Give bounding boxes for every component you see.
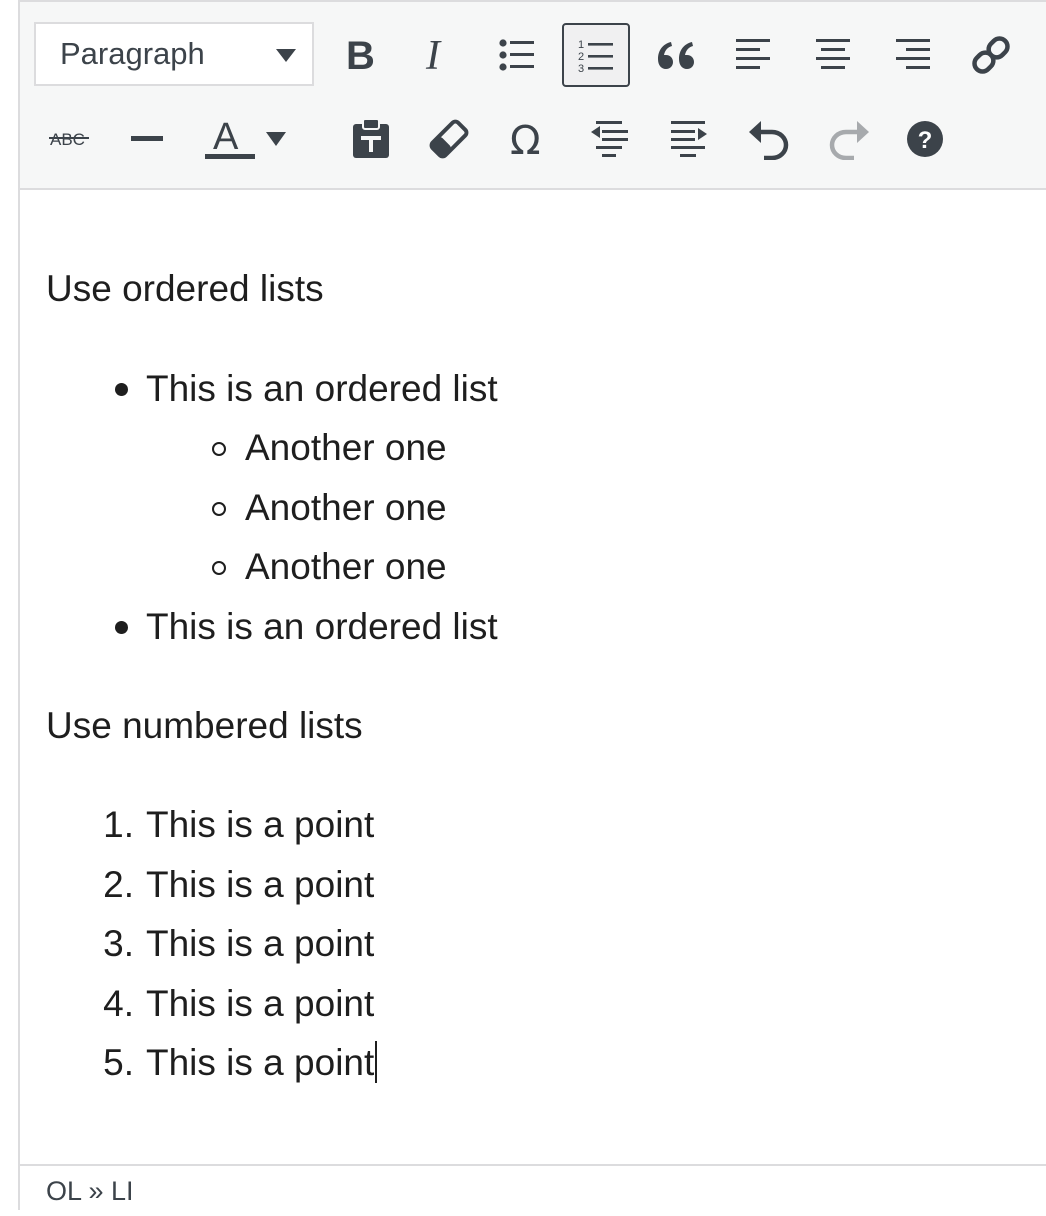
list-item-text: This is a point — [146, 1042, 375, 1083]
format-select-value: Paragraph — [60, 36, 205, 71]
link-icon — [972, 36, 1010, 74]
svg-text:I: I — [425, 36, 442, 74]
align-center-icon — [816, 39, 850, 69]
help-button[interactable]: ? — [892, 108, 958, 170]
omega-icon: Ω — [510, 119, 541, 159]
number-marker: 2. — [103, 864, 134, 905]
clear-formatting-button[interactable] — [416, 108, 482, 170]
text-color-button[interactable]: A — [198, 108, 298, 170]
italic-button[interactable]: I — [404, 24, 470, 86]
svg-text:Ω: Ω — [510, 119, 541, 159]
increase-indent-button[interactable] — [656, 108, 722, 170]
strikethrough-button[interactable]: ABC — [36, 108, 102, 170]
special-character-button[interactable]: Ω — [496, 108, 562, 170]
list-item-text: Another one — [245, 487, 447, 528]
circle-marker — [212, 442, 226, 456]
svg-text:ABC: ABC — [50, 130, 85, 149]
rich-text-editor: Paragraph B I 1 2 3 ABC A Ω ? Use ordere… — [18, 0, 1046, 1212]
number-marker: 3. — [103, 923, 134, 964]
svg-text:2: 2 — [578, 51, 584, 63]
help-icon: ? — [907, 121, 943, 157]
list-item-text: This is a point — [146, 923, 375, 964]
insert-link-button[interactable] — [958, 24, 1024, 86]
element-path-statusbar: OL » LI — [20, 1164, 1046, 1212]
text-color-icon: A — [205, 116, 255, 159]
redo-icon — [829, 121, 869, 160]
align-left-button[interactable] — [720, 24, 786, 86]
number-marker: 5. — [103, 1042, 134, 1083]
undo-icon — [749, 121, 789, 160]
bullet-marker — [115, 383, 128, 396]
align-right-icon — [896, 39, 930, 69]
text-cursor — [375, 1041, 378, 1083]
circle-marker — [212, 561, 226, 575]
align-center-button[interactable] — [800, 24, 866, 86]
undo-button[interactable] — [736, 108, 802, 170]
blockquote-icon — [658, 42, 694, 69]
redo-button[interactable] — [816, 108, 882, 170]
chevron-down-icon — [276, 49, 296, 62]
bullet-marker — [115, 621, 128, 634]
list-item-text: Another one — [245, 427, 447, 468]
paragraph-ordered-heading: Use ordered lists — [46, 268, 324, 309]
bulleted-list-button[interactable] — [484, 24, 550, 86]
bold-icon: B — [346, 36, 375, 74]
italic-icon: I — [425, 36, 442, 74]
align-left-icon — [736, 39, 770, 69]
list-item-text: This is a point — [146, 804, 375, 845]
eraser-icon — [429, 119, 469, 159]
numbered-list-icon: 1 2 3 — [578, 39, 613, 73]
list-item-text: This is a point — [146, 983, 375, 1024]
editor-content-area[interactable]: Use ordered lists This is an ordered lis… — [20, 192, 1046, 1164]
element-path[interactable]: OL » LI — [46, 1176, 134, 1206]
svg-text:?: ? — [918, 127, 933, 154]
strikethrough-icon: ABC — [49, 130, 89, 149]
list-item-text: This is a point — [146, 864, 375, 905]
editor-toolbar: Paragraph B I 1 2 3 ABC A Ω ? — [20, 2, 1046, 190]
svg-text:1: 1 — [578, 39, 584, 51]
svg-text:3: 3 — [578, 63, 584, 73]
number-marker: 4. — [103, 983, 134, 1024]
list-item-text: This is an ordered list — [146, 368, 498, 409]
paragraph-numbered-heading: Use numbered lists — [46, 705, 363, 746]
list-item-text: Another one — [245, 546, 447, 587]
horizontal-line-button[interactable] — [114, 108, 180, 170]
format-select[interactable]: Paragraph — [34, 22, 314, 86]
svg-text:A: A — [213, 116, 239, 158]
align-right-button[interactable] — [880, 24, 946, 86]
blockquote-button[interactable] — [642, 24, 708, 86]
indent-icon — [671, 121, 707, 157]
svg-text:B: B — [346, 36, 375, 74]
number-marker: 1. — [103, 804, 134, 845]
paste-as-text-button[interactable] — [338, 108, 404, 170]
horizontal-line-icon — [131, 136, 163, 141]
circle-marker — [212, 502, 226, 516]
decrease-indent-button[interactable] — [576, 108, 642, 170]
list-item-text: This is an ordered list — [146, 606, 498, 647]
bold-button[interactable]: B — [326, 24, 392, 86]
numbered-list-button[interactable]: 1 2 3 — [562, 23, 630, 87]
bulleted-list-icon — [499, 39, 534, 71]
outdent-icon — [591, 121, 628, 157]
text-color-dropdown-icon — [266, 132, 286, 146]
paste-text-icon — [353, 118, 389, 158]
